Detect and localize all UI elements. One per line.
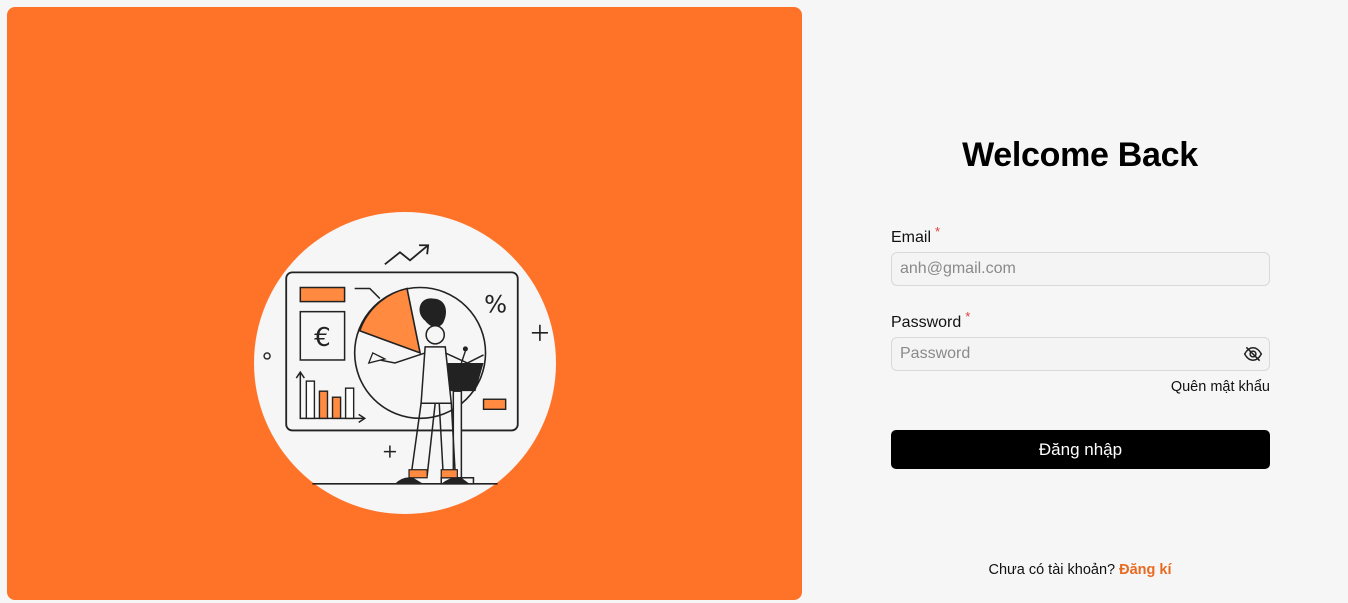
signup-row: Chưa có tài khoản? Đăng kí <box>802 562 1348 578</box>
percent-symbol: % <box>484 291 507 319</box>
required-mark: * <box>965 309 971 324</box>
password-input[interactable] <box>891 337 1270 371</box>
email-input[interactable] <box>891 252 1270 286</box>
required-mark: * <box>935 224 941 239</box>
password-label: Password * <box>891 309 970 332</box>
forgot-password-link[interactable]: Quên mật khẩu <box>891 379 1270 395</box>
presenter-illustration: € % <box>254 212 556 514</box>
login-button[interactable]: Đăng nhập <box>891 430 1270 469</box>
hero-panel: € % <box>7 7 802 600</box>
login-page: € % Welcome Back Email * anh@gmail.com P… <box>0 0 1348 603</box>
password-label-text: Password <box>891 314 962 331</box>
signup-prompt: Chưa có tài khoản? <box>988 562 1116 578</box>
email-label-text: Email <box>891 229 932 246</box>
email-label: Email * <box>891 224 940 247</box>
login-panel: Welcome Back Email* Password* Quên mật k… <box>802 0 1348 603</box>
eye-off-icon[interactable] <box>1243 344 1263 364</box>
signup-link[interactable]: Đăng kí <box>1119 562 1171 578</box>
page-title: Welcome Back <box>962 136 1198 174</box>
euro-symbol: € <box>314 323 331 353</box>
